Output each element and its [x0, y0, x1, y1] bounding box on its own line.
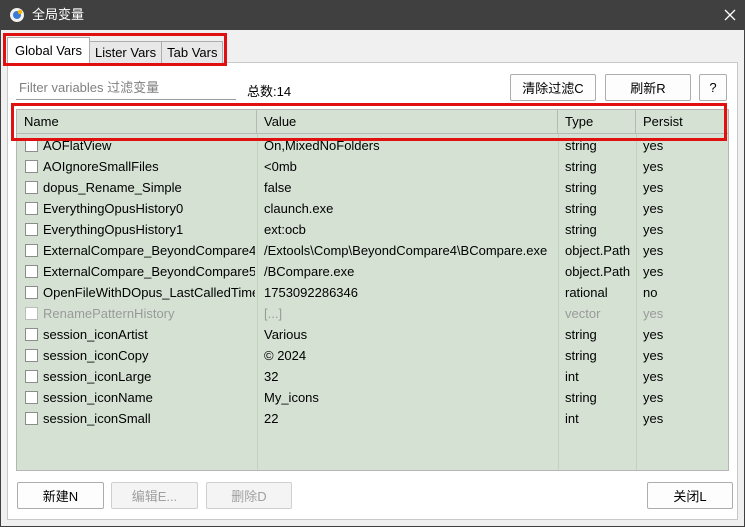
- cell-type: string: [565, 390, 597, 405]
- row-checkbox[interactable]: [25, 370, 38, 383]
- table-row[interactable]: ExternalCompare_BeyondCompare5/BCompare.…: [17, 261, 728, 282]
- variables-table[interactable]: Name Value Type Persist AOFlatView On,Mix…: [16, 109, 729, 471]
- cell-value: 32: [264, 369, 279, 384]
- highlight-box-tabs: [3, 33, 227, 66]
- edit-button[interactable]: 编辑E...: [111, 482, 198, 509]
- table-row[interactable]: session_iconLarge 32 int yes: [17, 366, 728, 387]
- highlight-box-header: [11, 103, 727, 141]
- cell-persist: yes: [643, 243, 664, 258]
- row-checkbox[interactable]: [25, 244, 38, 257]
- row-checkbox[interactable]: [25, 412, 38, 425]
- cell-type: string: [565, 348, 597, 363]
- cell-type: string: [565, 327, 597, 342]
- window-title: 全局变量: [32, 7, 85, 22]
- cell-type: int: [565, 411, 579, 426]
- cell-name: EverythingOpusHistory1: [43, 222, 184, 237]
- cell-value: © 2024: [264, 348, 307, 363]
- row-checkbox[interactable]: [25, 286, 38, 299]
- table-row[interactable]: EverythingOpusHistory1 ext:ocb string yes: [17, 219, 728, 240]
- table-row[interactable]: EverythingOpusHistory0 claunch.exe string y…: [17, 198, 728, 219]
- cell-persist: yes: [643, 327, 664, 342]
- cell-persist: yes: [643, 159, 664, 174]
- table-row[interactable]: session_iconArtist Various string yes: [17, 324, 728, 345]
- cell-name: session_iconSmall: [43, 411, 151, 426]
- cell-value: claunch.exe: [264, 201, 334, 216]
- cell-type: rational: [565, 285, 608, 300]
- cell-type: string: [565, 222, 597, 237]
- table-row[interactable]: session_iconName My_icons string yes: [17, 387, 728, 408]
- table-row[interactable]: session_iconSmall 22 int yes: [17, 408, 728, 429]
- variable-count: 总数:14: [247, 84, 292, 99]
- table-row[interactable]: session_iconCopy © 2024 string yes: [17, 345, 728, 366]
- cell-persist: yes: [643, 180, 664, 195]
- cell-persist: yes: [643, 390, 664, 405]
- filter-input[interactable]: [16, 75, 236, 100]
- cell-type: string: [565, 201, 597, 216]
- cell-value: /BCompare.exe: [264, 264, 355, 279]
- cell-persist: yes: [643, 369, 664, 384]
- table-row[interactable]: dopus_Rename_Simple false string yes: [17, 177, 728, 198]
- row-checkbox[interactable]: [25, 160, 38, 173]
- cell-name: AOIgnoreSmallFiles: [43, 159, 159, 174]
- table-row[interactable]: ExternalCompare_BeyondCompare4/Extools\C…: [17, 240, 728, 261]
- row-checkbox[interactable]: [25, 328, 38, 341]
- cell-value: 22: [264, 411, 279, 426]
- table-row[interactable]: RenamePatternHistory [...] vector yes: [17, 303, 728, 324]
- table-row[interactable]: AOIgnoreSmallFiles <0mb string yes: [17, 156, 728, 177]
- clear-filter-button[interactable]: 清除过滤C: [510, 74, 596, 101]
- cell-name: dopus_Rename_Simple: [43, 180, 182, 195]
- cell-persist: yes: [643, 348, 664, 363]
- row-checkbox[interactable]: [25, 349, 38, 362]
- table-row[interactable]: OpenFileWithDOpus_LastCalledTime 17530922…: [17, 282, 728, 303]
- cell-value: Various: [264, 327, 308, 342]
- cell-name: session_iconCopy: [43, 348, 149, 363]
- close-button[interactable]: 关闭L: [647, 482, 733, 509]
- cell-type: vector: [565, 306, 601, 321]
- row-checkbox[interactable]: [25, 307, 38, 320]
- close-icon: [724, 9, 736, 21]
- help-button[interactable]: ?: [699, 74, 727, 101]
- app-logo-icon: [9, 7, 25, 23]
- cell-name: session_iconArtist: [43, 327, 148, 342]
- row-checkbox[interactable]: [25, 181, 38, 194]
- cell-name: session_iconLarge: [43, 369, 152, 384]
- cell-persist: yes: [643, 306, 664, 321]
- cell-value: [...]: [264, 306, 283, 321]
- cell-value: <0mb: [264, 159, 297, 174]
- cell-value: false: [264, 180, 292, 195]
- row-checkbox[interactable]: [25, 391, 38, 404]
- cell-type: object.Path: [565, 243, 631, 258]
- cell-name: RenamePatternHistory: [43, 306, 175, 321]
- delete-button[interactable]: 删除D: [206, 482, 292, 509]
- cell-value: My_icons: [264, 390, 319, 405]
- cell-name: session_iconName: [43, 390, 153, 405]
- cell-persist: yes: [643, 201, 664, 216]
- cell-type: string: [565, 159, 597, 174]
- cell-type: int: [565, 369, 579, 384]
- cell-value: /Extools\Comp\BeyondCompare4\BCompare.ex…: [264, 243, 548, 258]
- close-window-button[interactable]: [715, 0, 745, 30]
- cell-persist: yes: [643, 264, 664, 279]
- cell-value: ext:ocb: [264, 222, 306, 237]
- cell-name: ExternalCompare_BeyondCompare5: [43, 264, 255, 279]
- cell-value: 1753092286346: [264, 285, 358, 300]
- row-checkbox[interactable]: [25, 202, 38, 215]
- refresh-button[interactable]: 刷新R: [605, 74, 691, 101]
- cell-type: object.Path: [565, 264, 631, 279]
- new-button[interactable]: 新建N: [17, 482, 104, 509]
- cell-name: ExternalCompare_BeyondCompare4: [43, 243, 255, 258]
- row-checkbox[interactable]: [25, 265, 38, 278]
- cell-name: OpenFileWithDOpus_LastCalledTime: [43, 285, 255, 300]
- cell-persist: yes: [643, 222, 664, 237]
- cell-persist: yes: [643, 411, 664, 426]
- row-checkbox[interactable]: [25, 223, 38, 236]
- title-bar: 全局变量: [0, 0, 745, 30]
- cell-persist: no: [643, 285, 658, 300]
- cell-type: string: [565, 180, 597, 195]
- cell-name: EverythingOpusHistory0: [43, 201, 184, 216]
